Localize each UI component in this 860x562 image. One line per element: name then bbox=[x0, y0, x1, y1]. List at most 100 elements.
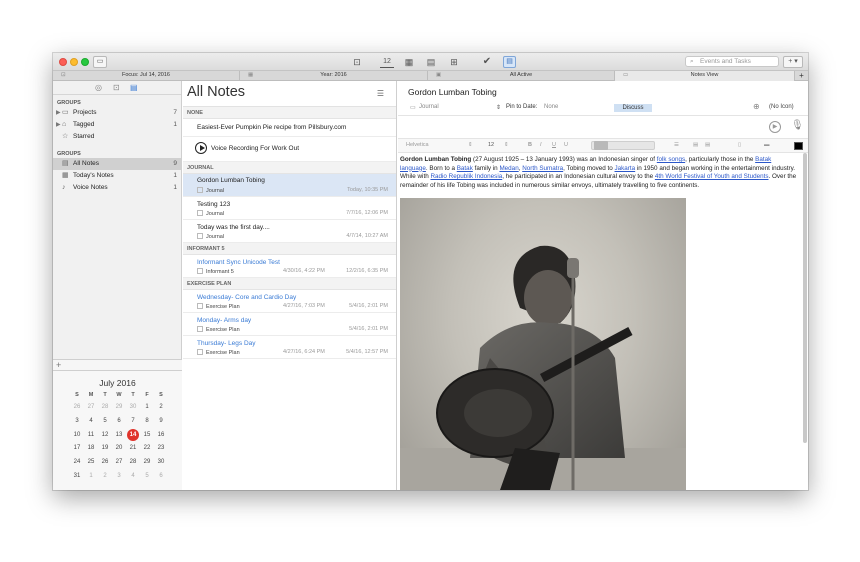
link-north-sumatra[interactable]: North Sumatra bbox=[522, 165, 563, 172]
calendar-day[interactable]: 19 bbox=[98, 442, 112, 456]
day-calendar-button[interactable]: 12 bbox=[380, 56, 394, 68]
calendar-day[interactable]: 11 bbox=[84, 429, 98, 443]
sidebar-item-tagged[interactable]: ▶ ⌂ Tagged 1 bbox=[53, 119, 181, 131]
calendar-day[interactable]: 21 bbox=[126, 442, 140, 456]
list-options-icon[interactable]: ☰ bbox=[377, 89, 384, 98]
calendar-day[interactable]: 26 bbox=[98, 456, 112, 470]
tab-year[interactable]: ▦ Year: 2016 bbox=[240, 71, 428, 81]
notes-view-icon[interactable]: ▤ bbox=[503, 56, 516, 68]
insert-image-icon[interactable]: ▯ bbox=[738, 142, 741, 148]
minimize-window-button[interactable] bbox=[70, 58, 78, 66]
month-grid-icon[interactable]: ▦ bbox=[403, 56, 415, 68]
calendar-day[interactable]: 28 bbox=[126, 456, 140, 470]
list-item[interactable]: Easiest-Ever Pumpkin Pie recipe from Pil… bbox=[183, 119, 396, 137]
focus-mode-icon[interactable]: ⊡ bbox=[113, 83, 120, 92]
calendar-day[interactable]: 9 bbox=[154, 415, 168, 429]
underline-button[interactable]: U bbox=[552, 142, 556, 148]
play-audio-icon[interactable]: ▶ bbox=[769, 121, 781, 133]
calendar-day[interactable]: 17 bbox=[70, 442, 84, 456]
calendar-day[interactable]: 13 bbox=[112, 429, 126, 443]
font-family-stepper-icon[interactable]: ⇕ bbox=[468, 142, 473, 148]
calendar-day[interactable]: 23 bbox=[154, 442, 168, 456]
text-color-swatch[interactable] bbox=[794, 142, 803, 150]
sidebar-item-starred[interactable]: ☆ Starred bbox=[53, 131, 181, 143]
list-item[interactable]: Voice Recording For Work Out bbox=[183, 137, 396, 162]
sidebar-item-voice-notes[interactable]: ♪ Voice Notes 1 bbox=[53, 182, 181, 194]
scrollbar[interactable] bbox=[803, 153, 807, 443]
calendar-day[interactable]: 31 bbox=[70, 470, 84, 484]
italic-button[interactable]: I bbox=[540, 142, 542, 148]
sidebar-item-all-notes[interactable]: ▤ All Notes 9 bbox=[53, 158, 181, 170]
grid-view-icon[interactable]: ⊞ bbox=[448, 56, 460, 68]
calendar-day[interactable]: 8 bbox=[140, 415, 154, 429]
calendar-day[interactable]: 28 bbox=[98, 401, 112, 415]
list-style-icon[interactable]: ☰ bbox=[674, 142, 679, 148]
calendar-day[interactable]: 18 bbox=[84, 442, 98, 456]
calendar-day-today[interactable]: 14 bbox=[126, 428, 140, 443]
close-window-button[interactable] bbox=[59, 58, 67, 66]
calendar-day[interactable]: 5 bbox=[98, 415, 112, 429]
calendar-day[interactable]: 3 bbox=[112, 470, 126, 484]
calendar-day[interactable]: 30 bbox=[126, 401, 140, 415]
list-item[interactable]: Gordon Lumban Tobing Journal Today, 10:3… bbox=[183, 174, 396, 197]
disclosure-arrow-icon[interactable]: ▶ bbox=[56, 119, 61, 131]
sidebar-item-todays-notes[interactable]: ▦ Today's Notes 1 bbox=[53, 170, 181, 182]
list-item[interactable]: Testing 123 Journal 7/7/16, 12:06 PM bbox=[183, 197, 396, 220]
calendar-day[interactable]: 27 bbox=[84, 401, 98, 415]
list-item[interactable]: Thursday- Legs Day Exercise Plan 4/27/16… bbox=[183, 336, 396, 359]
note-title[interactable]: Gordon Lumban Tobing bbox=[408, 87, 497, 97]
sidebar-toggle-icon[interactable]: ▭ bbox=[93, 56, 107, 68]
new-tab-button[interactable]: + bbox=[795, 71, 808, 81]
pin-date-value[interactable]: None bbox=[544, 104, 558, 110]
tab-focus[interactable]: ⊡ Focus: Jul 14, 2016 bbox=[53, 71, 240, 81]
list-item[interactable]: Today was the first day.... Journal 4/7/… bbox=[183, 220, 396, 243]
calendar-day[interactable]: 20 bbox=[112, 442, 126, 456]
tab-all-active[interactable]: ▣ All Active bbox=[428, 71, 615, 81]
list-item[interactable]: Informant Sync Unicode Test Informant 5 … bbox=[183, 255, 396, 278]
align-left-icon[interactable] bbox=[594, 141, 608, 150]
link-radio-republik-indonesia[interactable]: Radio Republik Indonesia bbox=[430, 173, 502, 180]
list-item[interactable]: Monday- Arms day Exercise Plan 5/4/16, 2… bbox=[183, 313, 396, 336]
calendar-day[interactable]: 1 bbox=[84, 470, 98, 484]
calendar-day[interactable]: 2 bbox=[154, 401, 168, 415]
calendar-day[interactable]: 4 bbox=[84, 415, 98, 429]
link-folk-songs[interactable]: folk songs bbox=[657, 156, 685, 163]
calendar-day[interactable]: 3 bbox=[70, 415, 84, 429]
calendar-day[interactable]: 4 bbox=[126, 470, 140, 484]
outdent-icon[interactable]: ▤ bbox=[705, 142, 710, 148]
font-size-stepper-icon[interactable]: ⇕ bbox=[504, 142, 509, 148]
calendar-day[interactable]: 24 bbox=[70, 456, 84, 470]
calendar-day[interactable]: 10 bbox=[70, 429, 84, 443]
tab-notes-view[interactable]: ▭ Notes View bbox=[615, 71, 795, 81]
discuss-button[interactable]: Discuss bbox=[614, 104, 652, 112]
calendar-day[interactable]: 7 bbox=[126, 415, 140, 429]
tasks-checkmark-icon[interactable]: ✔ bbox=[481, 56, 493, 68]
focus-view-icon[interactable]: ⊡ bbox=[350, 56, 364, 68]
calendar-day[interactable]: 29 bbox=[140, 456, 154, 470]
notes-mode-icon[interactable]: ▤ bbox=[130, 83, 138, 92]
link-batak[interactable]: Batak bbox=[457, 165, 473, 172]
add-dropdown-button[interactable]: + ▾ bbox=[783, 56, 803, 68]
microphone-icon[interactable]: 🎙 bbox=[791, 120, 804, 131]
font-family-select[interactable]: Helvetica bbox=[406, 142, 429, 148]
table-icon[interactable]: ▬ bbox=[764, 142, 770, 148]
calendar-day[interactable]: 15 bbox=[140, 429, 154, 443]
play-icon[interactable] bbox=[195, 142, 207, 154]
search-input[interactable]: ⌕ Events and Tasks bbox=[685, 56, 779, 67]
sidebar-item-projects[interactable]: ▶ ▭ Projects 7 bbox=[53, 107, 181, 119]
calendar-day[interactable]: 25 bbox=[84, 456, 98, 470]
calendar-day[interactable]: 1 bbox=[140, 401, 154, 415]
link-world-festival[interactable]: 4th World Festival of Youth and Students bbox=[655, 173, 769, 180]
font-size-select[interactable]: 12 bbox=[488, 142, 494, 148]
note-body-text[interactable]: Gordon Lumban Tobing (27 August 1925 – 1… bbox=[400, 156, 798, 190]
icon-selector[interactable]: (No Icon) bbox=[769, 104, 794, 110]
link-medan[interactable]: Medan bbox=[499, 165, 518, 172]
calendar-day[interactable]: 6 bbox=[112, 415, 126, 429]
disclosure-arrow-icon[interactable]: ▶ bbox=[56, 107, 61, 119]
add-icon[interactable]: ⊕ bbox=[753, 102, 760, 111]
list-item[interactable]: Wednesday- Core and Cardio Day Exercise … bbox=[183, 290, 396, 313]
list-view-icon[interactable]: ▤ bbox=[425, 56, 437, 68]
notebook-selector[interactable]: Journal bbox=[419, 104, 439, 110]
zoom-window-button[interactable] bbox=[81, 58, 89, 66]
calendar-mode-icon[interactable]: ◎ bbox=[95, 83, 102, 92]
